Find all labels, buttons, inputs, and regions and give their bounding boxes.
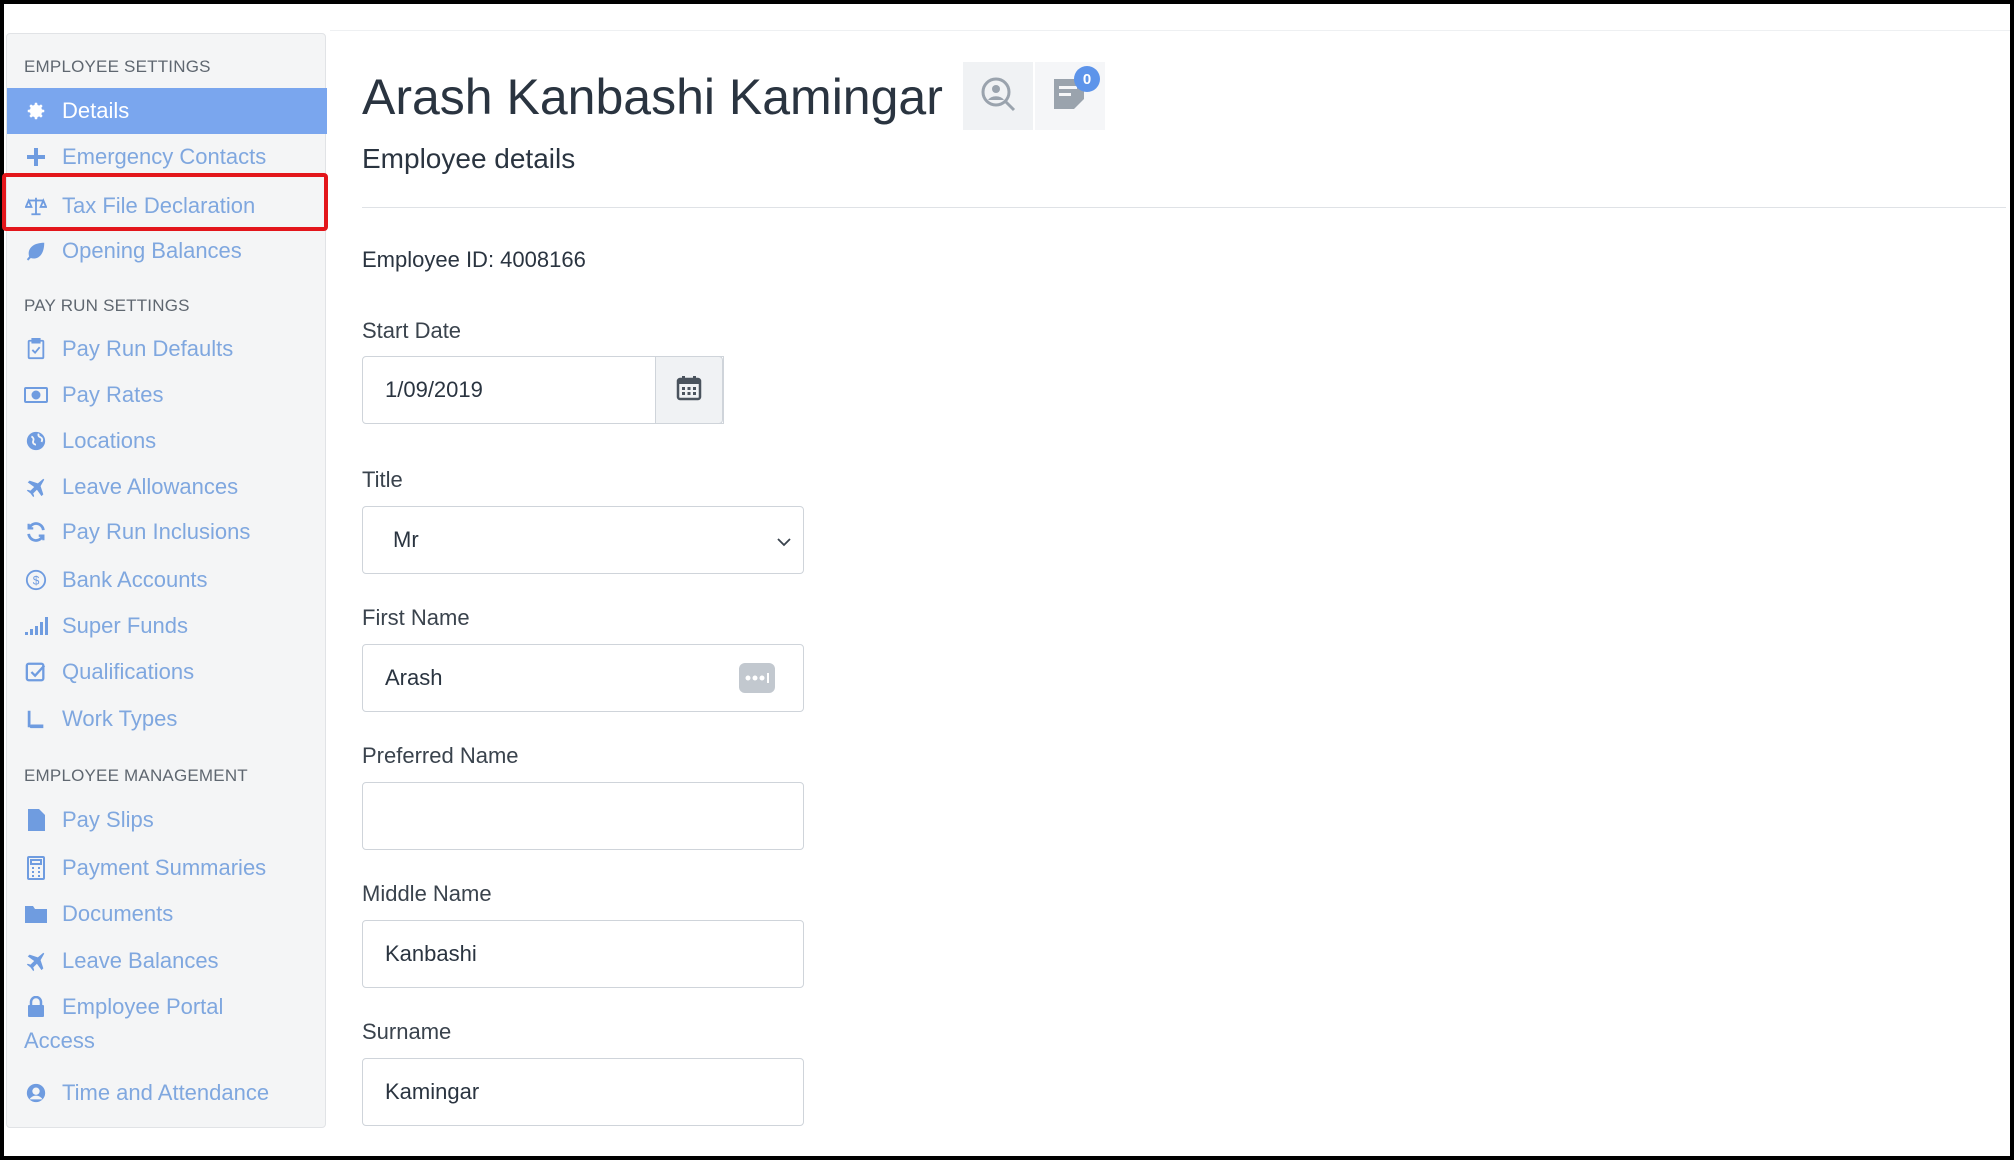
start-date-label: Start Date <box>362 318 462 343</box>
first-name-label: First Name <box>362 605 470 630</box>
section-title-employee-management: EMPLOYEE MANAGEMENT <box>24 766 248 785</box>
header-divider <box>362 207 2006 208</box>
plane-icon <box>24 949 48 973</box>
sidebar-item-label: Leave Balances <box>62 948 219 973</box>
preferred-name-field[interactable] <box>362 782 804 850</box>
globe-icon <box>24 429 48 453</box>
sidebar-item-pay-slips[interactable]: Pay Slips <box>7 797 327 843</box>
user-clock-icon <box>24 1081 48 1105</box>
sidebar-item-pay-run-defaults[interactable]: Pay Run Defaults <box>7 326 327 372</box>
signal-bars-icon <box>24 614 48 638</box>
sidebar-item-label: Pay Run Inclusions <box>62 519 251 544</box>
password-manager-icon[interactable] <box>739 663 775 693</box>
surname-field[interactable]: Kamingar <box>362 1058 804 1126</box>
title-label: Title <box>362 467 403 492</box>
sidebar-item-label: Payment Summaries <box>62 855 267 880</box>
sidebar-item-label: Qualifications <box>62 659 195 684</box>
search-user-icon <box>979 75 1017 118</box>
sidebar-item-pay-rates[interactable]: Pay Rates <box>7 372 327 418</box>
first-name-field[interactable]: Arash <box>362 644 804 712</box>
sidebar: EMPLOYEE SETTINGS Details Emergency Cont… <box>6 33 327 1128</box>
checkbox-icon <box>24 660 48 684</box>
sidebar-item-label: Opening Balances <box>62 238 242 263</box>
lock-icon <box>24 995 48 1019</box>
sidebar-item-details[interactable]: Details <box>7 88 327 134</box>
sidebar-item-label-continued: Access <box>24 1028 95 1053</box>
sidebar-item-pay-run-inclusions[interactable]: Pay Run Inclusions <box>7 509 327 555</box>
surname-label: Surname <box>362 1019 452 1044</box>
svg-text:$: $ <box>33 574 40 588</box>
sidebar-item-leave-allowances[interactable]: Leave Allowances <box>7 464 327 510</box>
sidebar-item-emergency-contacts[interactable]: Emergency Contacts <box>7 134 327 180</box>
sidebar-item-work-types[interactable]: Work Types <box>7 696 327 742</box>
chevron-down-icon <box>777 529 791 547</box>
title-value: Mr <box>393 527 419 552</box>
money-icon <box>24 383 48 407</box>
plane-icon <box>24 475 48 499</box>
sidebar-item-opening-balances[interactable]: Opening Balances <box>7 228 327 274</box>
sidebar-item-tax-file-declaration[interactable]: Tax File Declaration <box>7 183 327 229</box>
middle-name-field[interactable]: Kanbashi <box>362 920 804 988</box>
sidebar-item-label: Super Funds <box>62 613 188 638</box>
employee-id-text: Employee ID: 4008166 <box>362 247 586 272</box>
sidebar-item-label: Employee Portal <box>62 994 224 1019</box>
middle-name-label: Middle Name <box>362 881 492 906</box>
calendar-icon <box>676 375 702 406</box>
dollar-circle-icon: $ <box>24 568 48 592</box>
top-divider <box>330 30 2010 31</box>
sidebar-item-locations[interactable]: Locations <box>7 418 327 464</box>
clipboard-check-icon <box>24 337 48 361</box>
sidebar-item-label: Leave Allowances <box>62 474 239 499</box>
sidebar-item-label: Bank Accounts <box>62 567 208 592</box>
file-icon <box>24 808 48 832</box>
sidebar-item-employee-portal-access[interactable]: Employee Portal Access <box>7 982 327 1053</box>
calculator-icon <box>24 856 48 880</box>
sidebar-item-time-and-attendance[interactable]: Time and Attendance <box>7 1070 327 1116</box>
plus-icon <box>24 145 48 169</box>
page-title: Arash Kanbashi Kamingar <box>362 69 943 125</box>
sidebar-item-label: Time and Attendance <box>62 1080 270 1105</box>
book-icon <box>24 707 48 731</box>
sidebar-item-label: Work Types <box>62 706 178 731</box>
sidebar-item-label: Pay Run Defaults <box>62 336 234 361</box>
sidebar-item-super-funds[interactable]: Super Funds <box>7 603 327 649</box>
sidebar-item-bank-accounts[interactable]: $ Bank Accounts <box>7 557 327 603</box>
notes-count-badge: 0 <box>1074 66 1100 92</box>
refresh-icon <box>24 520 48 544</box>
sidebar-item-label: Documents <box>62 901 174 926</box>
sidebar-item-qualifications[interactable]: Qualifications <box>7 649 327 695</box>
scale-icon <box>24 194 48 218</box>
sidebar-item-label: Tax File Declaration <box>62 193 256 218</box>
gear-icon <box>24 99 48 123</box>
preferred-name-label: Preferred Name <box>362 743 519 768</box>
section-subtitle: Employee details <box>362 143 576 174</box>
title-select[interactable]: Mr <box>362 506 804 574</box>
middle-name-value: Kanbashi <box>385 941 477 966</box>
sidebar-item-leave-balances[interactable]: Leave Balances <box>7 938 327 984</box>
sidebar-item-payment-summaries[interactable]: Payment Summaries <box>7 845 327 891</box>
folder-icon <box>24 902 48 926</box>
sidebar-item-label: Emergency Contacts <box>62 144 267 169</box>
sidebar-item-label: Pay Rates <box>62 382 164 407</box>
first-name-value: Arash <box>385 665 443 690</box>
start-date-value: 1/09/2019 <box>385 377 483 402</box>
section-title-pay-run-settings: PAY RUN SETTINGS <box>24 296 190 315</box>
calendar-button[interactable] <box>655 356 723 424</box>
sidebar-item-label: Details <box>62 98 130 123</box>
sidebar-item-label: Pay Slips <box>62 807 154 832</box>
leaf-icon <box>24 239 48 263</box>
sidebar-item-label: Locations <box>62 428 157 453</box>
search-user-button[interactable] <box>963 62 1033 130</box>
sidebar-item-documents[interactable]: Documents <box>7 891 327 937</box>
section-title-employee-settings: EMPLOYEE SETTINGS <box>24 57 211 76</box>
surname-value: Kamingar <box>385 1079 480 1104</box>
